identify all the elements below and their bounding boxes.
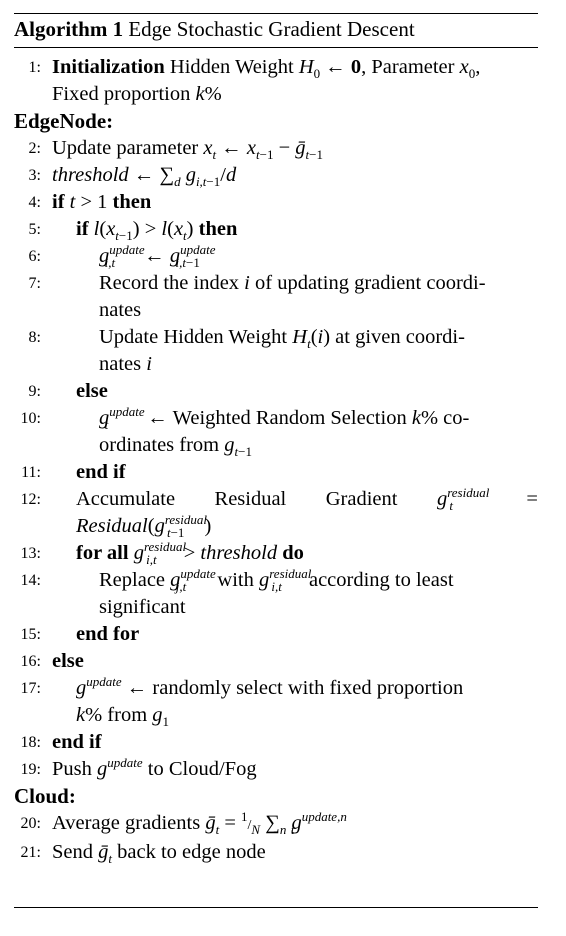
line-number: 21:: [20, 844, 41, 861]
algorithm-label: Algorithm 1: [14, 17, 124, 41]
algorithm-lines: 1: Initialization Hidden Weight H0 ← 0, …: [14, 54, 538, 866]
section-cloud: Cloud:: [14, 784, 76, 808]
line-number: 11:: [21, 464, 41, 481]
algorithm-title: Edge Stochastic Gradient Descent: [128, 17, 415, 41]
line-number: 3:: [28, 167, 41, 184]
line-content: Send ḡt back to edge node: [52, 841, 266, 866]
algo-line-2: 2: Update parameter xt ← xt−1 − ḡt−1: [14, 135, 538, 162]
algo-line-3: 3: threshold ← ∑d gi,t−1/d: [14, 162, 538, 189]
algorithm-block: Algorithm 1 Edge Stochastic Gradient Des…: [14, 13, 538, 866]
algo-line-1: 1: Initialization Hidden Weight H0 ← 0, …: [14, 54, 538, 108]
line-number: 5:: [28, 221, 41, 238]
algo-line-16: 16: else: [14, 648, 538, 675]
line-content: for all gresiduali,t > threshold do: [76, 539, 304, 567]
line-content: Update parameter xt ← xt−1 − ḡt−1: [52, 137, 323, 162]
algo-line-9: 9: else: [14, 378, 538, 405]
algo-line-18: 18: end if: [14, 729, 538, 756]
line-content: Record the index i of updating gradient …: [99, 272, 486, 321]
line-content: end for: [76, 623, 140, 645]
line-content: end if: [76, 461, 126, 483]
line-number: 18:: [20, 734, 41, 751]
algo-line-14: 14: Replace gupdatej,t with gresiduali,t…: [14, 567, 538, 621]
line-number: 12:: [20, 491, 41, 508]
algo-line-20: 20: Average gradients ḡt = 1/N ∑n gupdat…: [14, 810, 538, 839]
line-content: threshold ← ∑d gi,t−1/d: [52, 164, 237, 189]
algo-line-21: 21: Send ḡt back to edge node: [14, 839, 538, 866]
algo-line-6: 6: gupdatei,t ← gupdatei,t−1: [14, 243, 538, 270]
line-content: if t > 1 then: [52, 191, 152, 213]
line-content: Accumulate Residual Gradient gresidualt = Res…: [76, 485, 538, 540]
bottom-rule: [14, 907, 538, 908]
line-content: end if: [52, 731, 102, 753]
line-content: if l(xt−1) > l(xt) then: [76, 218, 238, 243]
algo-line-11: 11: end if: [14, 459, 538, 486]
line-number: 17:: [20, 680, 41, 697]
algo-line-5: 5: if l(xt−1) > l(xt) then: [14, 216, 538, 243]
line-number: 6:: [28, 248, 41, 265]
line-number: 14:: [20, 572, 41, 589]
line-content: else: [76, 380, 108, 402]
line-content: Replace gupdatej,t with gresiduali,t acc…: [99, 566, 454, 618]
algo-line-12: 12: Accumulate Residual Gradient gresidualt…: [14, 486, 538, 540]
line-content: Initialization Hidden Weight H0 ← 0, Par…: [52, 56, 481, 105]
line-content: Push gupdate to Cloud/Fog: [52, 755, 257, 780]
algorithm-caption: Algorithm 1 Edge Stochastic Gradient Des…: [14, 14, 538, 41]
line-number: 7:: [28, 275, 41, 292]
line-content: Update Hidden Weight Ht(i) at given coor…: [99, 326, 465, 375]
line-content: gupdatet ← Weighted Random Selection k% …: [99, 404, 470, 459]
line-number: 15:: [20, 626, 41, 643]
line-number: 4:: [28, 194, 41, 211]
line-number: 13:: [20, 545, 41, 562]
algo-line-13: 13: for all gresiduali,t > threshold do: [14, 540, 538, 567]
algo-line-19: 19: Push gupdate to Cloud/Fog: [14, 756, 538, 783]
algo-line-4: 4: if t > 1 then: [14, 189, 538, 216]
line-number: 19:: [20, 761, 41, 778]
algo-line-7: 7: Record the index i of updating gradie…: [14, 270, 538, 324]
line-content: else: [52, 650, 84, 672]
line-content: gupdatei,t ← gupdatei,t−1: [99, 242, 216, 270]
section-edgenode: EdgeNode:: [14, 109, 114, 133]
line-number: 9:: [28, 383, 41, 400]
line-number: 1:: [28, 59, 41, 76]
algo-line-17: 17: gupdate ← randomly select with fixed…: [14, 675, 538, 729]
line-content: Average gradients ḡt = 1/N ∑n gupdate,nt: [52, 809, 347, 837]
line-number: 2:: [28, 140, 41, 157]
line-content: gupdate ← randomly select with fixed pro…: [76, 674, 464, 729]
line-number: 10:: [20, 410, 41, 427]
algo-line-15: 15: end for: [14, 621, 538, 648]
algo-line-10: 10: gupdatet ← Weighted Random Selection…: [14, 405, 538, 459]
line-number: 8:: [28, 329, 41, 346]
algo-line-8: 8: Update Hidden Weight Ht(i) at given c…: [14, 324, 538, 378]
caption-rule: [14, 47, 538, 48]
line-number: 16:: [20, 653, 41, 670]
line-number: 20:: [20, 815, 41, 832]
